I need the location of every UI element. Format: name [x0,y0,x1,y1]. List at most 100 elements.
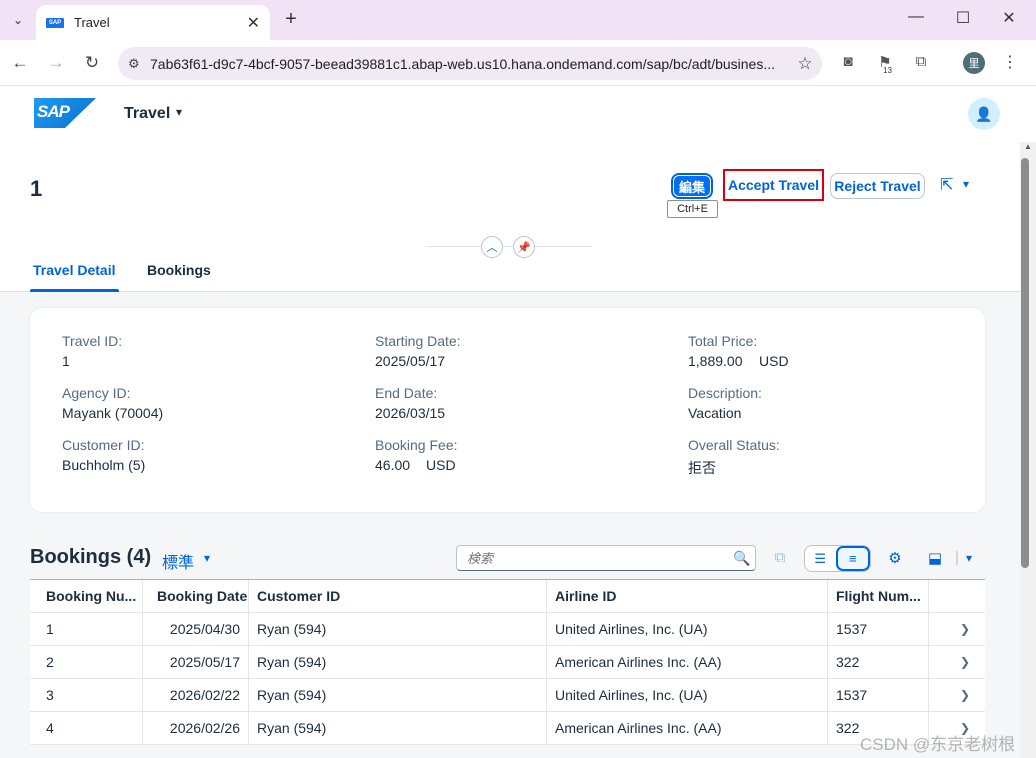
table-row[interactable]: 1 2025/04/30 Ryan (594) United Airlines,… [30,613,985,646]
overall-status-label: Overall Status: [688,437,780,453]
cell-flight-number: 322 [828,646,929,678]
end-date-value: 2026/03/15 [375,405,446,421]
customer-id-label: Customer ID: [62,437,145,453]
export-icon[interactable]: ⬓ [924,549,946,567]
maximize-icon[interactable]: ☐ [948,8,978,28]
search-icon[interactable]: 🔍 [729,550,755,567]
column-header-booking-date[interactable]: Booking Date [143,580,249,612]
app-title[interactable]: Travel [124,105,170,123]
tab-search-chevron-icon[interactable]: ⌄ [6,8,30,32]
share-icon[interactable]: ⇱ [940,175,953,195]
cell-customer-id: Ryan (594) [249,646,547,678]
bookings-title: Bookings (4) [30,546,152,568]
bookmark-star-icon[interactable]: ☆ [788,54,822,74]
travel-id-value: 1 [62,353,70,369]
cell-flight-number: 1537 [828,679,929,711]
agency-id-label: Agency ID: [62,385,131,401]
end-date-label: End Date: [375,385,438,401]
row-navigation-chevron-right-icon[interactable]: ❯ [929,646,985,678]
variant-selector[interactable]: 標準 [162,549,194,573]
table-settings-gear-icon[interactable]: ⚙ [884,549,906,567]
cell-booking-date: 2025/05/17 [143,646,249,678]
total-price-value: 1,889.00 [688,353,743,369]
variant-chevron-down-icon[interactable]: ▾ [204,551,210,565]
description-label: Description: [688,385,762,401]
new-tab-plus-icon[interactable]: + [280,8,302,30]
show-details-icon[interactable]: ☰ [805,546,836,571]
camera-icon[interactable]: ◙ [836,53,860,70]
back-arrow-icon[interactable]: ← [9,52,31,74]
site-info-icon[interactable]: ⚙ [128,56,150,72]
edit-button-label: 編集 [674,176,710,196]
column-header-flight-number[interactable]: Flight Num... [828,580,929,612]
customer-id-value: Buchholm (5) [62,457,146,473]
cell-booking-number: 3 [30,679,143,711]
reject-travel-button[interactable]: Reject Travel [830,173,925,199]
tab-bookings[interactable]: Bookings [147,262,211,278]
agency-id-value: Mayank (70004) [62,405,164,421]
tab-close-icon[interactable]: ✕ [247,13,260,33]
booking-fee-label: Booking Fee: [375,437,458,453]
tab-travel-detail[interactable]: Travel Detail [33,262,116,278]
cell-booking-number: 1 [30,613,143,645]
extensions-puzzle-icon[interactable]: ⧉ [909,53,933,70]
edit-button[interactable]: 編集 [671,173,713,199]
cell-airline-id: American Airlines Inc. (AA) [547,646,828,678]
forward-arrow-icon[interactable]: → [45,52,67,74]
hide-details-icon[interactable]: ≡ [835,546,870,571]
app-title-chevron-down-icon[interactable]: ▾ [176,105,182,119]
header-divider [426,246,592,247]
column-header-booking-number[interactable]: Booking Nu... [30,580,143,612]
share-chevron-down-icon[interactable]: ▾ [963,177,969,191]
browser-toolbar: ← → ↻ ⚙ 7ab63f61-d9c7-4bcf-9057-beead398… [0,40,1036,86]
row-navigation-chevron-right-icon[interactable]: ❯ [929,679,985,711]
window-close-icon[interactable]: ✕ [994,8,1024,28]
starting-date-value: 2025/05/17 [375,353,446,369]
total-price-label: Total Price: [688,333,758,349]
bookings-search[interactable]: 🔍 [456,545,756,571]
column-header-nav [929,580,985,612]
description-value: Vacation [688,405,742,421]
browser-menu-icon[interactable]: ⋮ [1002,52,1018,72]
bookings-table: Booking Nu... Booking Date Customer ID A… [30,579,985,745]
browser-profile-avatar[interactable]: 里 [963,52,985,74]
cell-customer-id: Ryan (594) [249,613,547,645]
total-price-currency: USD [759,353,789,369]
shell-bar: SAP Travel ▾ [0,86,1036,142]
column-header-airline-id[interactable]: Airline ID [547,580,828,612]
cell-flight-number: 1537 [828,613,929,645]
scroll-up-arrow-icon[interactable]: ▲ [1020,142,1036,151]
extension-badge: 13 [883,66,892,75]
accept-travel-button[interactable]: Accept Travel [723,169,824,201]
edit-shortcut-tooltip: Ctrl+E [667,200,718,218]
cell-booking-number: 2 [30,646,143,678]
overall-status-value: 拒否 [688,460,716,476]
copy-icon[interactable]: ⧉ [769,549,791,566]
section-tabs: Travel Detail Bookings [0,252,1020,292]
table-row[interactable]: 4 2026/02/26 Ryan (594) American Airline… [30,712,985,745]
object-title: 1 [30,176,43,201]
row-density-toggle[interactable]: ☰ ≡ [804,545,871,572]
row-navigation-chevron-right-icon[interactable]: ❯ [929,613,985,645]
column-header-customer-id[interactable]: Customer ID [249,580,547,612]
cell-airline-id: United Airlines, Inc. (UA) [547,613,828,645]
table-row[interactable]: 2 2025/05/17 Ryan (594) American Airline… [30,646,985,679]
reload-icon[interactable]: ↻ [81,52,103,74]
address-bar[interactable]: ⚙ 7ab63f61-d9c7-4bcf-9057-beead39881c1.a… [118,47,822,80]
cell-customer-id: Ryan (594) [249,679,547,711]
scrollbar-thumb[interactable] [1021,158,1029,568]
minimize-icon[interactable]: — [901,8,931,26]
export-chevron-down-icon[interactable]: ▾ [958,551,980,565]
table-row[interactable]: 3 2026/02/22 Ryan (594) United Airlines,… [30,679,985,712]
url-text[interactable]: 7ab63f61-d9c7-4bcf-9057-beead39881c1.aba… [150,56,788,72]
browser-tab[interactable]: SAP Travel ✕ [36,5,270,40]
cell-booking-date: 2026/02/26 [143,712,249,744]
booking-fee-value: 46.00 [375,457,411,473]
sap-logo[interactable]: SAP [34,98,96,128]
user-avatar-icon[interactable]: 👤 [968,98,1000,130]
cell-customer-id: Ryan (594) [249,712,547,744]
cell-airline-id: American Airlines Inc. (AA) [547,712,828,744]
cell-airline-id: United Airlines, Inc. (UA) [547,679,828,711]
bookings-search-input[interactable] [467,550,729,566]
tab-title: Travel [74,15,110,30]
